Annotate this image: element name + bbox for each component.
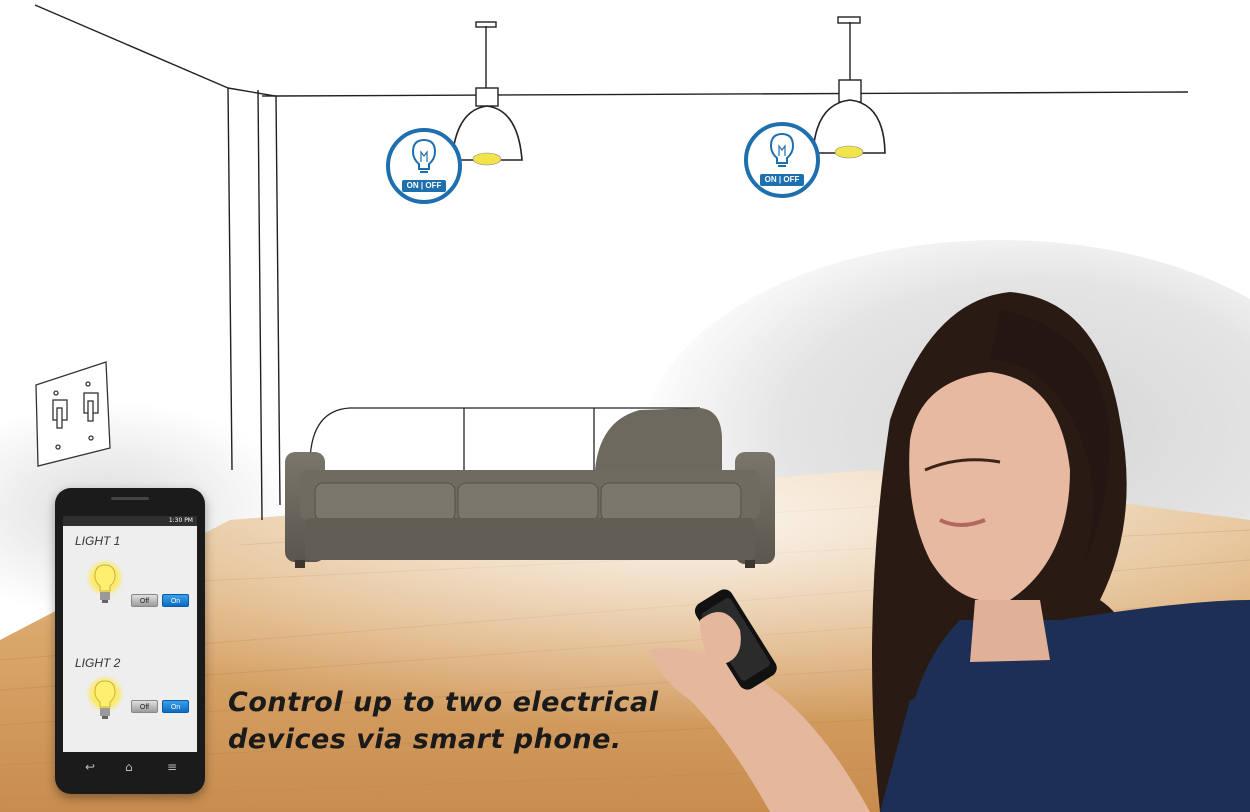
caption-line-2: devices via smart phone. <box>228 724 622 755</box>
on-off-label: ON | OFF <box>760 174 804 186</box>
light-2-off-button[interactable]: Off <box>131 700 158 713</box>
wall-shadow <box>640 240 1250 660</box>
light-1-on-button[interactable]: On <box>162 594 189 607</box>
menu-icon[interactable]: ≡ <box>167 760 177 774</box>
phone-nav-bar: ↩ ⌂ ≡ <box>63 758 197 782</box>
caption-line-1: Control up to two electrical <box>228 687 659 718</box>
light-toggle-badge-2: ON | OFF <box>744 122 820 198</box>
headline-caption: Control up to two electrical devices via… <box>228 684 658 758</box>
status-bar: 1:30 PM <box>63 516 197 526</box>
light-1-label: LIGHT 1 <box>75 534 121 548</box>
lightbulb-icon <box>769 132 795 167</box>
light-toggle-badge-1: ON | OFF <box>386 128 462 204</box>
back-icon[interactable]: ↩ <box>85 760 95 774</box>
phone-speaker <box>111 497 149 500</box>
ceiling-lamp-1 <box>451 21 523 166</box>
lightbulb-on-icon <box>86 559 124 603</box>
light-1-off-button[interactable]: Off <box>131 594 158 607</box>
lightbulb-on-icon <box>86 675 124 719</box>
light-2-label: LIGHT 2 <box>75 656 121 670</box>
home-automation-scene: ON | OFF ON | OFF 1:30 PM LIGHT 1 Off On… <box>0 0 1250 812</box>
light-2-on-button[interactable]: On <box>162 700 189 713</box>
phone-screen: 1:30 PM LIGHT 1 Off On LIGHT 2 Off On <box>63 516 197 752</box>
home-icon[interactable]: ⌂ <box>125 760 133 774</box>
smartphone: 1:30 PM LIGHT 1 Off On LIGHT 2 Off On ↩ … <box>55 488 205 794</box>
lightbulb-icon <box>411 138 437 173</box>
ceiling-lamp-2 <box>812 16 886 159</box>
status-time: 1:30 PM <box>168 517 193 524</box>
on-off-label: ON | OFF <box>402 180 446 192</box>
